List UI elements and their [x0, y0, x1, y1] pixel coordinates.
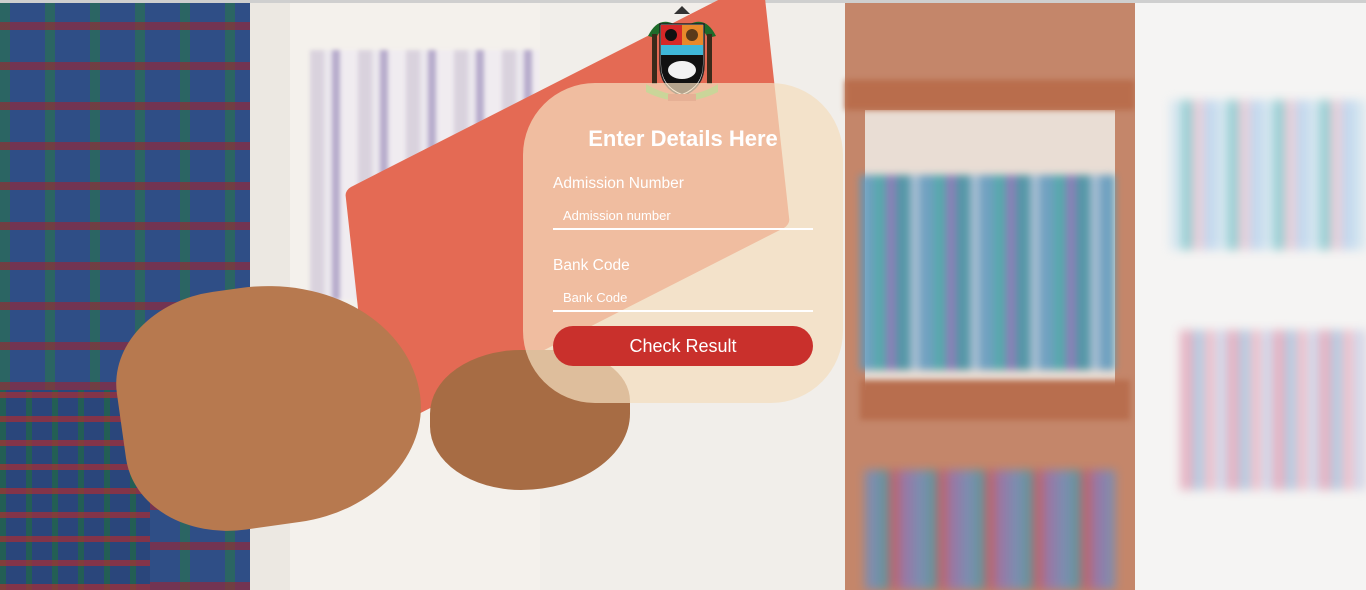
card-title: Enter Details Here: [588, 126, 778, 151]
admission-number-input[interactable]: [553, 202, 813, 230]
check-result-button[interactable]: Check Result: [553, 326, 813, 366]
bank-code-input[interactable]: [553, 284, 813, 312]
bank-code-label: Bank Code: [553, 257, 630, 274]
admission-number-label: Admission Number: [553, 175, 684, 192]
